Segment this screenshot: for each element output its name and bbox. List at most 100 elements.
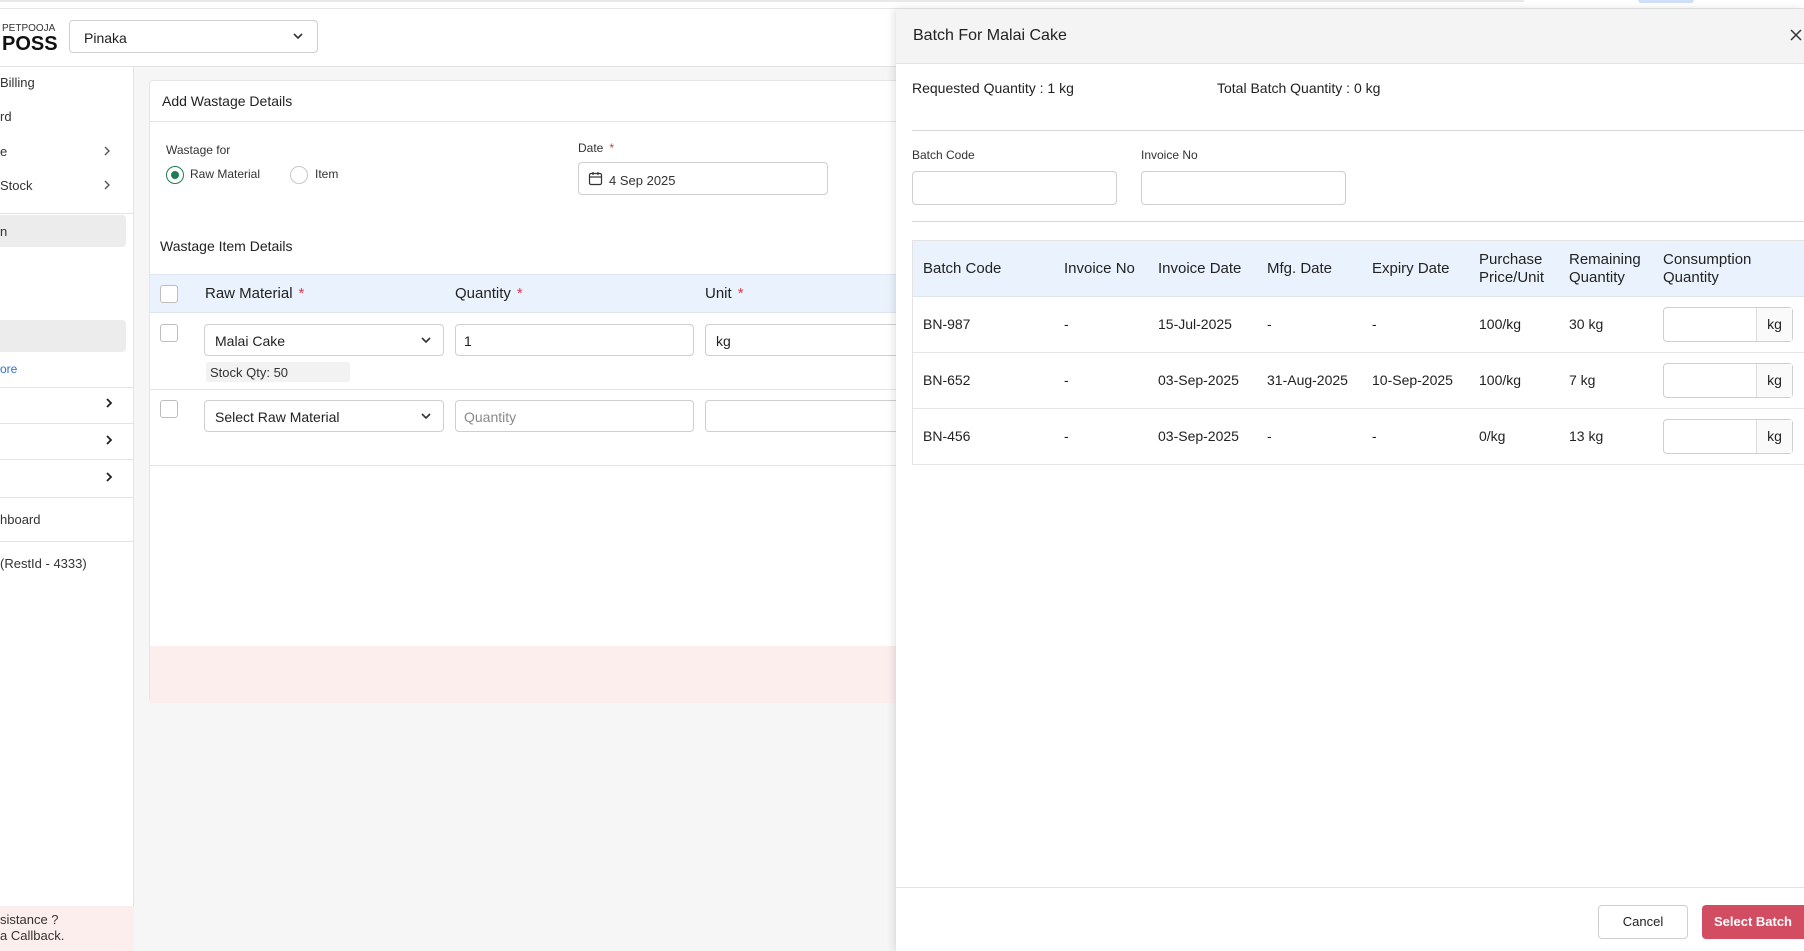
sidebar-more-link[interactable]: ore — [0, 362, 17, 376]
cell-mfg-date: - — [1267, 316, 1272, 332]
select-all-checkbox[interactable] — [160, 285, 178, 303]
radio-raw-material[interactable] — [166, 166, 184, 184]
unit-suffix: kg — [1756, 420, 1792, 453]
sidebar-item-hboard[interactable]: hboard — [0, 504, 126, 534]
sidebar-divider — [0, 541, 134, 542]
requested-quantity: Requested Quantity : 1 kg — [912, 80, 1074, 96]
outlet-value: Pinaka — [84, 30, 127, 46]
unit-field[interactable] — [705, 400, 925, 432]
sidebar-group-2[interactable] — [0, 425, 134, 455]
table-row[interactable]: BN-456 - 03-Sep-2025 - - 0/kg 13 kg kg — [913, 409, 1804, 465]
close-icon[interactable] — [1788, 27, 1804, 43]
cell-batch-code: BN-652 — [923, 372, 971, 388]
sidebar-group-3[interactable] — [0, 462, 134, 492]
sidebar-item-dashboard[interactable]: rd — [0, 101, 126, 131]
table-row[interactable]: BN-652 - 03-Sep-2025 31-Aug-2025 10-Sep-… — [913, 353, 1804, 409]
sidebar-item-e[interactable]: e — [0, 136, 126, 166]
raw-material-select[interactable]: Select Raw Material — [204, 400, 444, 432]
row-checkbox[interactable] — [160, 400, 178, 418]
summary-bar — [150, 646, 910, 703]
sidebar-divider — [0, 423, 134, 424]
app-logo[interactable]: PETPOOJA POSS — [2, 24, 58, 55]
date-picker[interactable]: 4 Sep 2025 — [578, 162, 828, 195]
quantity-value: 1 — [464, 333, 472, 349]
batch-table-header: Batch Code Invoice No Invoice Date Mfg. … — [913, 241, 1804, 297]
drawer-title: Batch For Malai Cake — [913, 27, 1067, 44]
chevron-right-icon — [104, 471, 114, 486]
unit-field[interactable]: kg — [705, 324, 925, 356]
cell-invoice-date: 03-Sep-2025 — [1158, 428, 1239, 444]
browser-top-strip — [0, 0, 1804, 9]
sidebar-item-label: (RestId - 4333) — [0, 556, 87, 571]
cancel-button[interactable]: Cancel — [1598, 905, 1688, 939]
quantity-placeholder: Quantity — [464, 409, 517, 425]
chevron-right-icon — [104, 397, 114, 412]
sidebar-item-label: hboard — [0, 512, 41, 527]
quantity-input[interactable]: Quantity — [455, 400, 694, 432]
cell-remaining: 13 kg — [1569, 428, 1604, 444]
outlet-select[interactable]: Pinaka — [69, 20, 318, 53]
logo-big-text: POSS — [2, 33, 58, 55]
sidebar-divider — [0, 459, 134, 460]
row-checkbox[interactable] — [160, 324, 178, 342]
assist-line-2: a Callback. — [0, 928, 65, 943]
quantity-input[interactable]: 1 — [455, 324, 694, 356]
consumption-quantity-input[interactable]: kg — [1663, 307, 1793, 342]
col-raw-material: Raw Material * — [205, 285, 305, 302]
raw-material-value: Malai Cake — [215, 333, 286, 349]
sidebar-divider — [0, 497, 134, 498]
sidebar-item-restid[interactable]: (RestId - 4333) — [0, 548, 126, 578]
assist-line-1: sistance ? — [0, 912, 59, 927]
top-pill — [1638, 0, 1694, 3]
unit-suffix: kg — [1756, 364, 1792, 397]
raw-material-placeholder: Select Raw Material — [215, 409, 340, 425]
batch-drawer: Batch For Malai Cake Requested Quantity … — [896, 9, 1804, 951]
cell-invoice-date: 03-Sep-2025 — [1158, 372, 1239, 388]
cell-invoice-no: - — [1064, 428, 1069, 444]
unit-value: kg — [716, 333, 731, 349]
section-title: Wastage Item Details — [160, 238, 293, 254]
col-expiry-date: Expiry Date — [1372, 260, 1450, 277]
wastage-table-header: Raw Material * Quantity * Unit * — [150, 274, 910, 313]
sidebar-item-highlight[interactable] — [0, 320, 126, 352]
chevron-down-icon — [419, 333, 433, 352]
sidebar-item-stock[interactable]: Stock — [0, 170, 126, 200]
assistance-callout[interactable]: sistance ? a Callback. — [0, 906, 134, 951]
consumption-quantity-input[interactable]: kg — [1663, 419, 1793, 454]
sidebar-item-active[interactable]: n — [0, 215, 126, 247]
drawer-header: Batch For Malai Cake — [896, 9, 1804, 64]
sidebar-item-billing[interactable]: Billing — [0, 67, 126, 97]
cell-remaining: 7 kg — [1569, 372, 1596, 388]
col-batch-code: Batch Code — [923, 260, 1002, 277]
sidebar-item-label: Stock — [0, 178, 33, 193]
cell-mfg-date: - — [1267, 428, 1272, 444]
drawer-divider — [912, 130, 1804, 131]
cell-mfg-date: 31-Aug-2025 — [1267, 372, 1348, 388]
card-divider — [150, 121, 908, 122]
col-mfg-date: Mfg. Date — [1267, 260, 1333, 277]
cell-price: 100/kg — [1479, 316, 1522, 332]
table-row[interactable]: BN-987 - 15-Jul-2025 - - 100/kg 30 kg kg — [913, 297, 1804, 353]
chevron-right-icon — [102, 179, 112, 194]
wastage-for-label: Wastage for — [166, 143, 231, 157]
invoice-no-filter-input[interactable] — [1141, 171, 1346, 205]
select-batch-button[interactable]: Select Batch — [1702, 905, 1804, 939]
sidebar-item-label: n — [0, 224, 8, 239]
cell-price: 100/kg — [1479, 372, 1522, 388]
consumption-quantity-input[interactable]: kg — [1663, 363, 1793, 398]
sidebar-group-1[interactable] — [0, 388, 134, 418]
date-label: Date * — [578, 141, 615, 155]
cell-batch-code: BN-987 — [923, 316, 971, 332]
raw-material-select[interactable]: Malai Cake — [204, 324, 444, 356]
chevron-right-icon — [102, 145, 112, 160]
radio-item[interactable] — [290, 166, 308, 184]
batch-code-filter-label: Batch Code — [912, 148, 975, 162]
batch-table: Batch Code Invoice No Invoice Date Mfg. … — [912, 240, 1804, 465]
cell-expiry-date: - — [1372, 428, 1377, 444]
chevron-down-icon — [419, 409, 433, 428]
batch-code-filter-input[interactable] — [912, 171, 1117, 205]
form-title: Add Wastage Details — [162, 93, 293, 109]
cell-invoice-no: - — [1064, 316, 1069, 332]
radio-raw-material-label: Raw Material — [190, 167, 261, 181]
cell-batch-code: BN-456 — [923, 428, 971, 444]
